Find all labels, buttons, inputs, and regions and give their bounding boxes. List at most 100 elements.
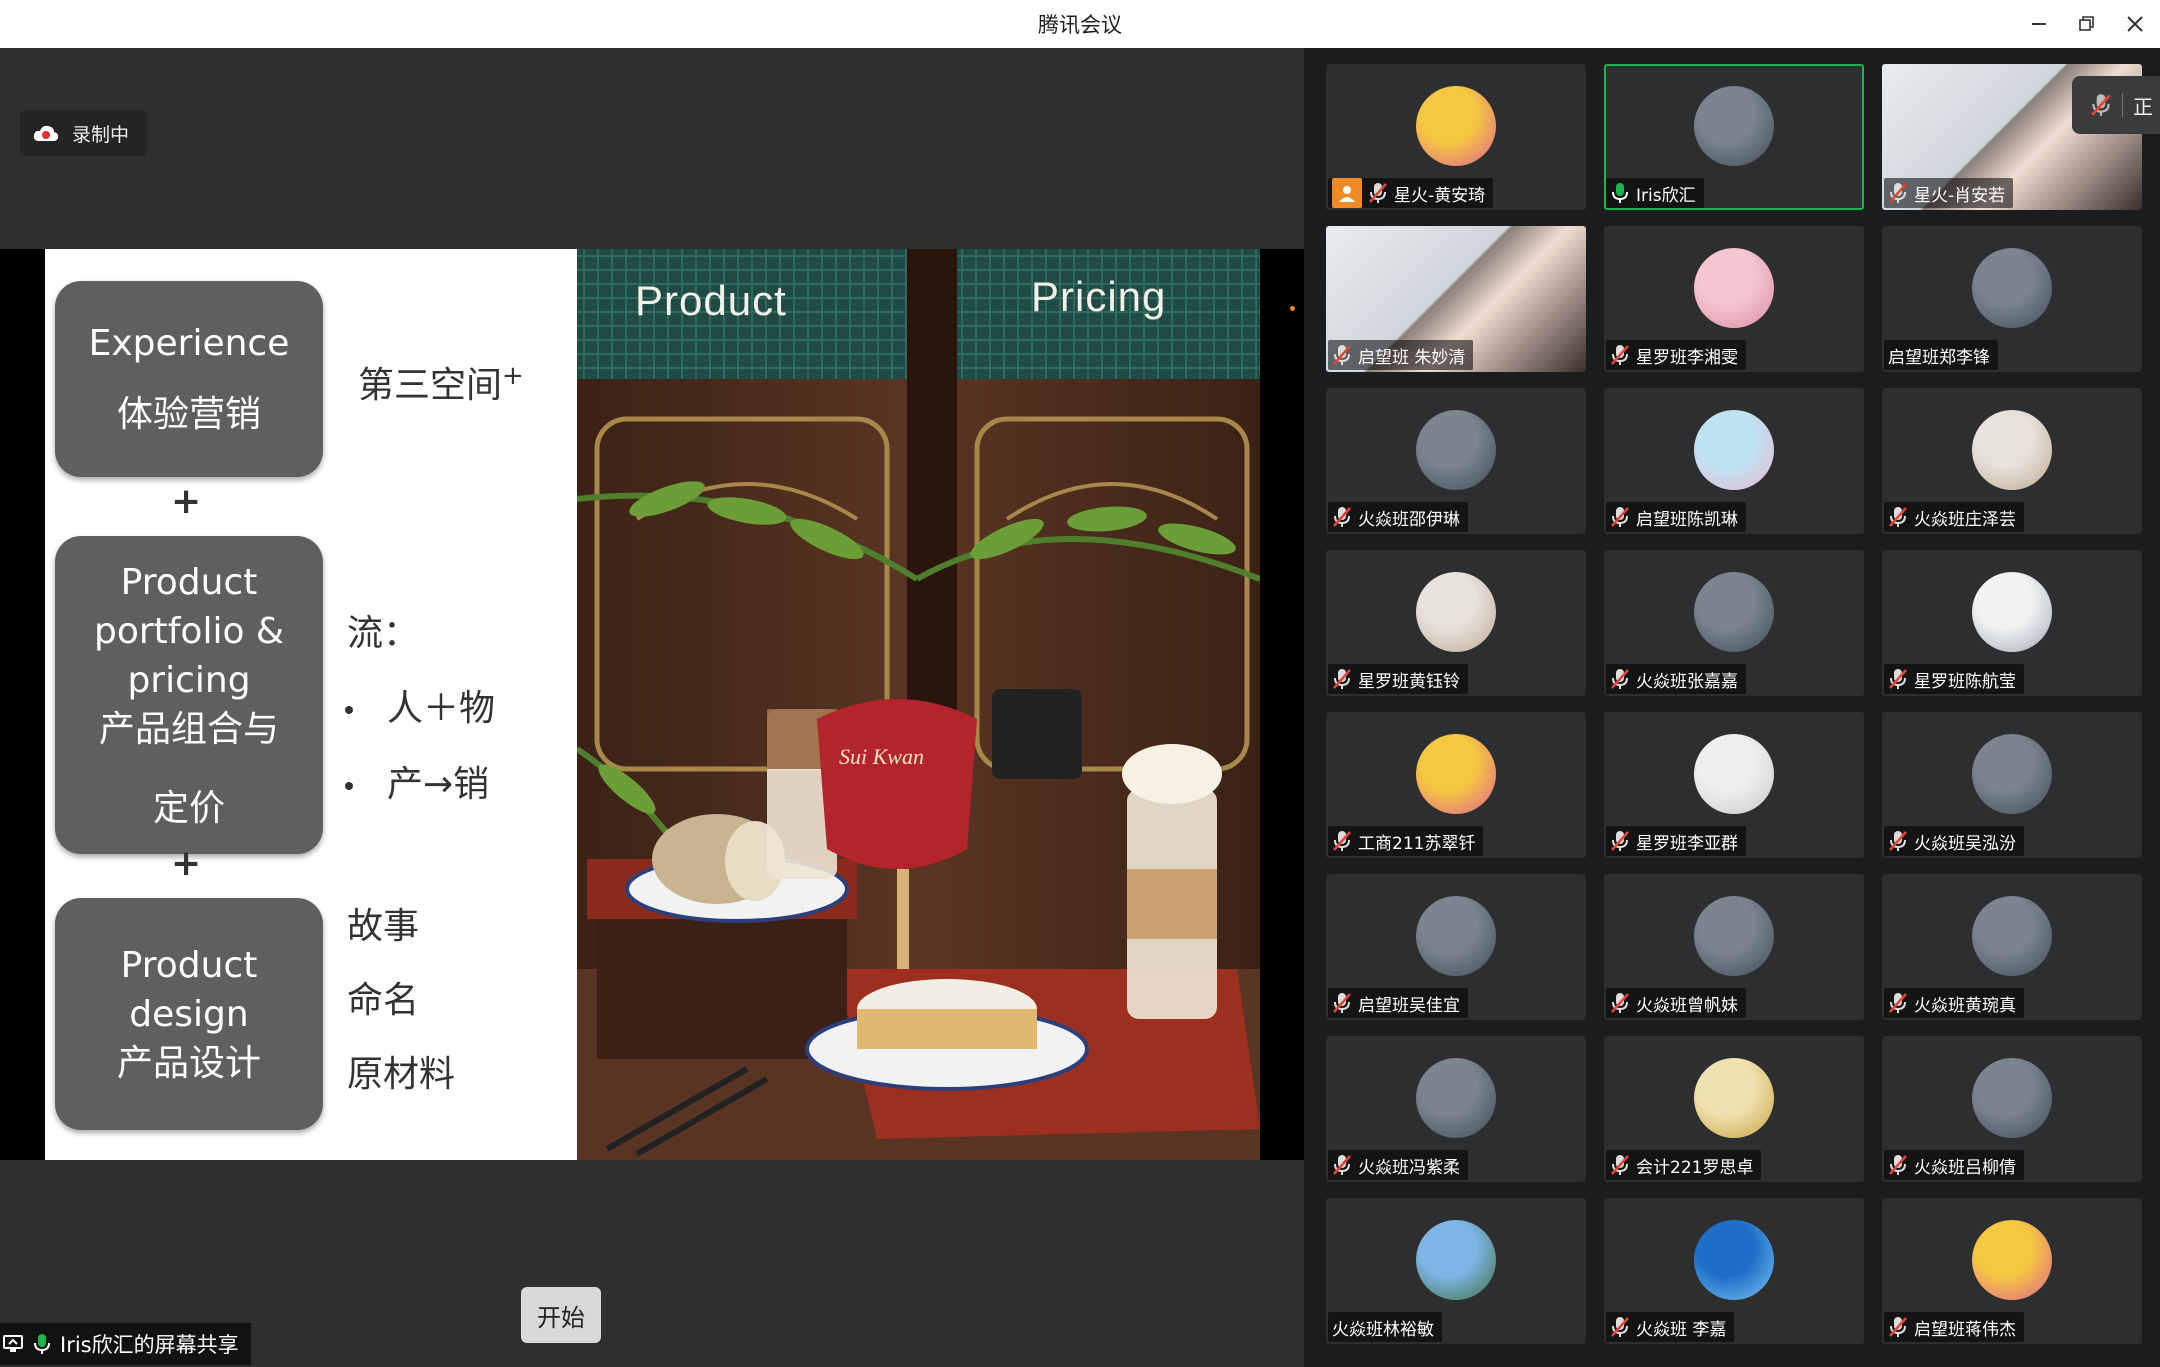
participant-tile[interactable]: Iris欣汇 — [1604, 64, 1864, 210]
dog-avatar — [1972, 572, 2052, 652]
mic-muted-icon — [1611, 1155, 1629, 1175]
design-item-materials: 原材料 — [347, 1054, 456, 1095]
participant-tile[interactable]: 火焱班邵伊琳 — [1326, 388, 1586, 534]
participant-nameplate: 火焱班庄泽芸 — [1884, 502, 2024, 532]
bullet-dot — [345, 782, 353, 790]
participant-tile[interactable]: 星罗班李亚群 — [1604, 712, 1864, 858]
participant-name: 星火-黄安琦 — [1394, 185, 1486, 206]
participant-name: 启望班郑李锋 — [1888, 347, 1990, 368]
participant-tile[interactable]: 星火-黄安琦 — [1326, 64, 1586, 210]
anime-avatar — [1694, 410, 1774, 490]
participant-name: 火焱班冯紫柔 — [1358, 1157, 1460, 1178]
participant-tile[interactable]: 火焱班曾帆妹 — [1604, 874, 1864, 1020]
start-button[interactable]: 开始 — [521, 1287, 601, 1343]
window-title: 腾讯会议 — [1038, 13, 1122, 37]
photo-avatar — [1416, 410, 1496, 490]
mic-muted-icon — [1611, 993, 1629, 1013]
participant-nameplate: 工商211苏翠钎 — [1328, 826, 1484, 856]
participant-nameplate: 火焱班林裕敏 — [1328, 1312, 1442, 1342]
participant-tile[interactable]: 火焱班庄泽芸 — [1882, 388, 2142, 534]
fan-sign-text: Sui Kwan — [839, 744, 924, 769]
participant-nameplate: 启望班 朱妙清 — [1328, 340, 1474, 370]
mic-muted-icon — [2091, 94, 2111, 116]
participant-name: 星火-肖安若 — [1914, 185, 2006, 206]
participant-name: 星罗班李亚群 — [1636, 833, 1738, 854]
mute-all-popover[interactable]: 正 — [2072, 76, 2160, 134]
mic-muted-icon — [1889, 1317, 1907, 1337]
restore-icon — [2079, 16, 2094, 31]
mic-active-icon — [1612, 183, 1628, 203]
photo-avatar — [1694, 572, 1774, 652]
participant-tile[interactable]: 工商211苏翠钎 — [1326, 712, 1586, 858]
participant-nameplate: 启望班郑李锋 — [1884, 340, 1998, 370]
participant-tile[interactable]: 启望班吴佳宜 — [1326, 874, 1586, 1020]
participant-nameplate: 火焱班张嘉嘉 — [1606, 664, 1746, 694]
participant-name: 火焱班吕柳倩 — [1914, 1157, 2016, 1178]
participant-tile[interactable]: 火焱班吴泓汾 — [1882, 712, 2142, 858]
participant-tile[interactable]: 启望班陈凯琳 — [1604, 388, 1864, 534]
host-icon — [1332, 178, 1362, 208]
mic-muted-icon — [1611, 669, 1629, 689]
mic-muted-icon — [1889, 831, 1907, 851]
participant-name: 火焱班曾帆妹 — [1636, 995, 1738, 1016]
participant-name: 会计221罗思卓 — [1636, 1157, 1754, 1178]
screen-share-indicator[interactable]: Iris欣汇的屏幕共享 — [0, 1323, 251, 1365]
participant-name: 星罗班黄钰铃 — [1358, 671, 1460, 692]
close-icon — [2127, 16, 2143, 32]
participant-nameplate: 火焱班邵伊琳 — [1328, 502, 1468, 532]
design-zh: 产品设计 — [116, 1042, 261, 1084]
cafe-photo-illustration: Sui Kwan — [577, 249, 1260, 1160]
minimize-icon — [2032, 23, 2046, 25]
mic-muted-icon — [1333, 831, 1351, 851]
participant-tile[interactable]: 火焱班林裕敏 — [1326, 1198, 1586, 1344]
participant-tile[interactable]: 星罗班陈航莹 — [1882, 550, 2142, 696]
participant-nameplate: 星火-黄安琦 — [1328, 178, 1494, 208]
photo-avatar — [1416, 1058, 1496, 1138]
participant-tile[interactable]: 启望班 朱妙清 — [1326, 226, 1586, 372]
design-item-story: 故事 — [347, 906, 420, 947]
participant-tile[interactable]: 会计221罗思卓 — [1604, 1036, 1864, 1182]
presentation-slide: Experience 体验营销 + Product portfolio & pr… — [0, 249, 1304, 1160]
photo-avatar — [1972, 734, 2052, 814]
cloud-record-icon — [33, 125, 59, 141]
participant-tile[interactable]: 火焱班黄琬真 — [1882, 874, 2142, 1020]
flow-label: 流： — [347, 613, 420, 654]
restore-button[interactable] — [2064, 0, 2110, 48]
shared-screen-stage: 录制中 Experience 体验营销 + Product portfolio … — [0, 48, 1304, 1367]
lake-avatar — [1694, 1220, 1774, 1300]
photo-avatar — [1972, 1058, 2052, 1138]
participant-tile[interactable]: 火焱班张嘉嘉 — [1604, 550, 1864, 696]
bullet-dot — [345, 706, 353, 714]
participant-tile[interactable]: 火焱班吕柳倩 — [1882, 1036, 2142, 1182]
participant-name: 星罗班陈航莹 — [1914, 671, 2016, 692]
third-space-label: 第三空间 — [358, 365, 503, 406]
participant-tile[interactable]: 火焱班冯紫柔 — [1326, 1036, 1586, 1182]
participant-tile[interactable]: 启望班郑李锋 — [1882, 226, 2142, 372]
mic-muted-icon — [1333, 507, 1351, 527]
portfolio-zh-1: 产品组合与 — [98, 708, 279, 750]
design-en-2: design — [129, 993, 249, 1035]
cartoon-avatar — [1416, 86, 1496, 166]
mic-muted-icon — [1889, 993, 1907, 1013]
sky-avatar — [1416, 1220, 1496, 1300]
close-button[interactable] — [2112, 0, 2158, 48]
participant-tile[interactable]: 启望班蒋伟杰 — [1882, 1198, 2142, 1344]
recording-label: 录制中 — [72, 123, 130, 146]
participant-name: 启望班吴佳宜 — [1358, 995, 1460, 1016]
mic-muted-icon — [1889, 669, 1907, 689]
participant-name: 火焱班邵伊琳 — [1358, 509, 1460, 530]
photo-avatar — [1972, 248, 2052, 328]
participant-tile[interactable]: 星罗班黄钰铃 — [1326, 550, 1586, 696]
participant-tile[interactable]: 火焱班 李嘉 — [1604, 1198, 1864, 1344]
portfolio-zh-2: 定价 — [152, 787, 225, 829]
participant-name: Iris欣汇 — [1636, 185, 1696, 206]
screen-share-icon — [3, 1335, 23, 1352]
laser-pointer-dot — [1290, 306, 1295, 311]
share-label: Iris欣汇的屏幕共享 — [60, 1333, 239, 1357]
participant-name: 火焱班黄琬真 — [1914, 995, 2016, 1016]
recording-indicator[interactable]: 录制中 — [20, 110, 148, 156]
design-box: Product design 产品设计 — [55, 898, 323, 1130]
participant-tile[interactable]: 星罗班李湘雯 — [1604, 226, 1864, 372]
photo-label-product: Product — [635, 277, 787, 324]
minimize-button[interactable] — [2016, 0, 2062, 48]
